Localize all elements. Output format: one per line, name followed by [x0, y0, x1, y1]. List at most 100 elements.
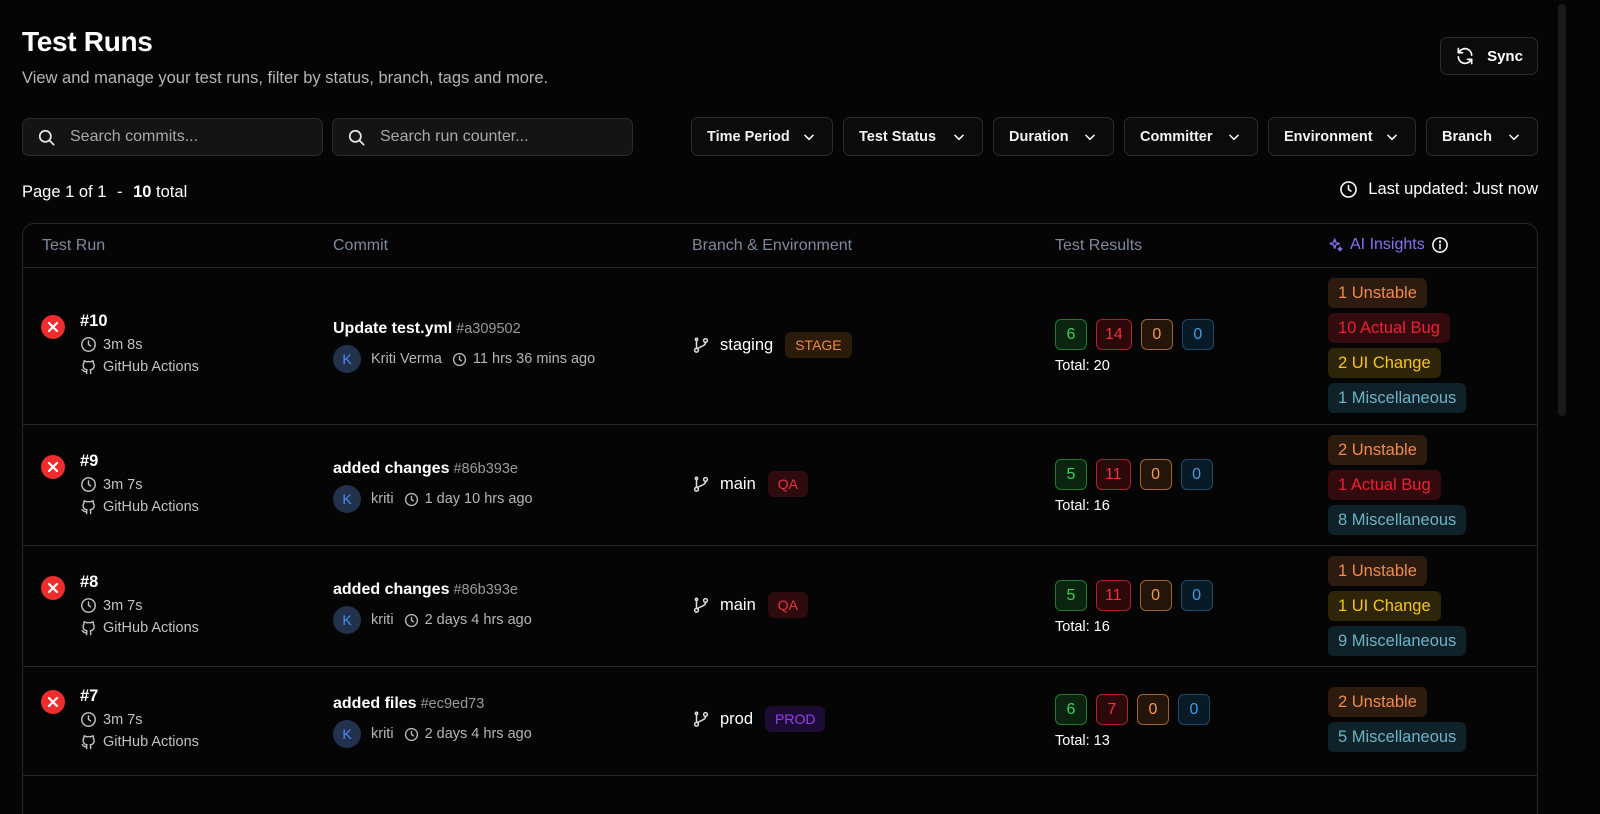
ai-insights-cell: 1 Unstable 1 UI Change 9 Miscellaneous	[1328, 556, 1467, 656]
skipped-count[interactable]: 0	[1180, 580, 1213, 611]
table-row[interactable]: #7 3m 7s GitHub Actions added files #ec9e…	[23, 667, 1537, 776]
flaky-count[interactable]: 0	[1139, 459, 1172, 490]
insight-unstable[interactable]: 2 Unstable	[1328, 435, 1427, 465]
skipped-count[interactable]: 0	[1181, 319, 1214, 350]
table-row[interactable]: #10 3m 8s GitHub Actions Update test.yml…	[23, 268, 1537, 425]
avatar: K	[333, 345, 361, 373]
commit-cell: added changes #86b393e Kkriti 1 day 10 hrs…	[333, 460, 533, 513]
flaky-count[interactable]: 0	[1140, 319, 1173, 350]
pagination-separator: -	[117, 183, 123, 201]
test-results-cell: 5 11 0 0 Total: 16	[1055, 459, 1213, 514]
branch-env-cell: prod PROD	[692, 706, 826, 732]
insight-actual-bug[interactable]: 10 Actual Bug	[1328, 313, 1450, 343]
filter-environment[interactable]: Environment	[1268, 117, 1416, 156]
git-branch-icon	[692, 710, 710, 728]
filter-branch[interactable]: Branch	[1426, 117, 1538, 156]
last-updated-text: Last updated: Just now	[1368, 180, 1538, 198]
insight-miscellaneous[interactable]: 1 Miscellaneous	[1328, 383, 1467, 413]
search-icon	[347, 128, 366, 147]
skipped-count[interactable]: 0	[1178, 694, 1210, 725]
author-name: kriti	[371, 612, 394, 628]
filter-label: Committer	[1140, 128, 1213, 145]
page-title: Test Runs	[22, 26, 153, 57]
run-number[interactable]: #10	[80, 312, 199, 331]
filter-time-period[interactable]: Time Period	[691, 117, 833, 156]
flaky-count[interactable]: 0	[1137, 694, 1169, 725]
failed-count[interactable]: 11	[1096, 459, 1131, 490]
author-name: kriti	[371, 491, 394, 507]
chevron-down-icon	[802, 130, 816, 144]
failed-count[interactable]: 11	[1096, 580, 1131, 611]
insight-actual-bug[interactable]: 1 Actual Bug	[1328, 470, 1441, 500]
run-number[interactable]: #8	[80, 573, 199, 592]
search-run-counter-input[interactable]	[380, 128, 610, 146]
table-row[interactable]: #8 3m 7s GitHub Actions added changes #86…	[23, 546, 1537, 667]
commit-message[interactable]: added changes	[333, 581, 449, 598]
run-number[interactable]: #7	[80, 687, 199, 706]
failed-count[interactable]: 14	[1096, 319, 1132, 350]
failed-status-icon	[41, 315, 65, 339]
run-number[interactable]: #9	[80, 452, 199, 471]
info-icon[interactable]	[1431, 236, 1449, 254]
test-run-cell: #8 3m 7s GitHub Actions	[80, 573, 199, 636]
column-ai-insights[interactable]: AI Insights	[1328, 236, 1449, 254]
time-ago-text: 2 days 4 hrs ago	[424, 612, 532, 628]
commit-author: Kkriti 2 days 4 hrs ago	[333, 720, 532, 748]
passed-count[interactable]: 5	[1055, 580, 1087, 611]
time-ago-text: 2 days 4 hrs ago	[424, 726, 532, 742]
sync-button[interactable]: Sync	[1440, 37, 1538, 75]
branch-name[interactable]: staging	[720, 336, 773, 355]
commit-message[interactable]: added files	[333, 695, 417, 712]
insight-ui-change[interactable]: 1 UI Change	[1328, 591, 1441, 621]
insight-unstable[interactable]: 1 Unstable	[1328, 278, 1427, 308]
filter-test-status[interactable]: Test Status	[843, 117, 983, 156]
time-ago-text: 11 hrs 36 mins ago	[472, 351, 596, 367]
skipped-count[interactable]: 0	[1180, 459, 1213, 490]
chevron-down-icon	[1507, 130, 1521, 144]
passed-count[interactable]: 5	[1055, 459, 1087, 490]
table-row[interactable]: #9 3m 7s GitHub Actions added changes #86…	[23, 425, 1537, 546]
column-branch-environment[interactable]: Branch & Environment	[692, 237, 852, 255]
branch-name[interactable]: main	[720, 475, 756, 494]
ai-insights-cell: 1 Unstable 10 Actual Bug 2 UI Change 1 M…	[1328, 278, 1467, 413]
column-commit[interactable]: Commit	[333, 237, 388, 255]
insight-unstable[interactable]: 1 Unstable	[1328, 556, 1427, 586]
commit-sha[interactable]: #86b393e	[453, 461, 518, 477]
commit-message[interactable]: Update test.yml	[333, 320, 452, 337]
commit-author: Kkriti 1 day 10 hrs ago	[333, 485, 533, 513]
filter-duration[interactable]: Duration	[993, 117, 1114, 156]
column-test-results[interactable]: Test Results	[1055, 237, 1142, 255]
commit-sha[interactable]: #a309502	[456, 321, 521, 337]
run-source: GitHub Actions	[80, 733, 199, 750]
flaky-count[interactable]: 0	[1139, 580, 1172, 611]
clock-icon	[80, 476, 97, 493]
commit-cell: added files #ec9ed73 Kkriti 2 days 4 hrs a…	[333, 695, 532, 748]
column-test-run[interactable]: Test Run	[42, 237, 105, 255]
failed-count[interactable]: 7	[1096, 694, 1128, 725]
test-runs-page: Test Runs View and manage your test runs…	[22, 0, 1568, 814]
test-runs-table: Test Run Commit Branch & Environment Tes…	[22, 223, 1538, 814]
insight-miscellaneous[interactable]: 5 Miscellaneous	[1328, 722, 1467, 752]
commit-message[interactable]: added changes	[333, 460, 449, 477]
commit-time: 11 hrs 36 mins ago	[452, 351, 595, 367]
branch-name[interactable]: main	[720, 596, 756, 615]
clock-icon	[404, 492, 418, 506]
run-duration: 3m 7s	[80, 711, 199, 728]
branch-name[interactable]: prod	[720, 710, 753, 729]
commit-sha[interactable]: #86b393e	[453, 582, 518, 598]
github-icon	[80, 733, 97, 750]
page-scrollbar[interactable]	[1558, 4, 1566, 416]
passed-count[interactable]: 6	[1055, 319, 1087, 350]
filter-committer[interactable]: Committer	[1124, 117, 1258, 156]
passed-count[interactable]: 6	[1055, 694, 1087, 725]
filter-label: Environment	[1284, 128, 1373, 145]
git-branch-icon	[692, 475, 710, 493]
insight-unstable[interactable]: 2 Unstable	[1328, 687, 1427, 717]
insight-ui-change[interactable]: 2 UI Change	[1328, 348, 1441, 378]
insight-miscellaneous[interactable]: 8 Miscellaneous	[1328, 505, 1467, 535]
search-commits-input[interactable]	[70, 128, 300, 146]
insight-miscellaneous[interactable]: 9 Miscellaneous	[1328, 626, 1467, 656]
commit-time: 1 day 10 hrs ago	[404, 491, 533, 507]
clock-icon	[404, 613, 418, 627]
commit-sha[interactable]: #ec9ed73	[421, 696, 485, 712]
